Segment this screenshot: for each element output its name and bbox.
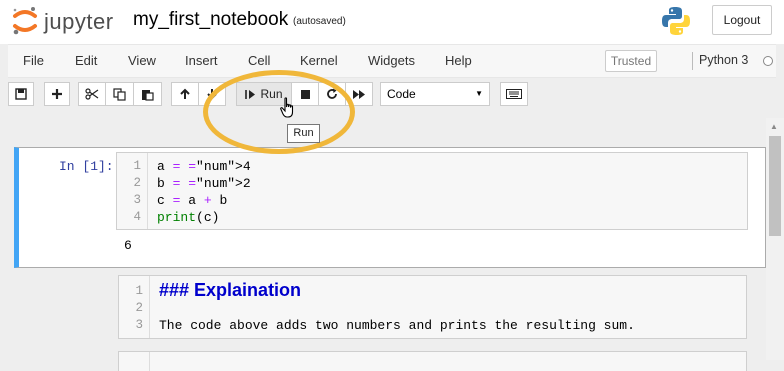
cursor-hand-icon [280, 97, 294, 118]
scroll-up-icon[interactable]: ▲ [770, 122, 778, 131]
insert-cell-button[interactable] [44, 82, 70, 106]
kernel-divider [692, 52, 693, 70]
plus-icon [52, 89, 62, 99]
jupyter-logo[interactable]: jupyter [10, 4, 128, 38]
menu-widgets[interactable]: Widgets [368, 45, 415, 77]
code-cell-selected[interactable]: In [1]: 1 2 3 4 a = ="num">4 b = ="num">… [14, 147, 766, 268]
line-number-gutter [119, 352, 150, 371]
notebook-container: In [1]: 1 2 3 4 a = ="num">4 b = ="num">… [0, 118, 766, 371]
menu-view[interactable]: View [128, 45, 156, 77]
line-number: 4 [133, 210, 141, 224]
line-number: 3 [135, 318, 143, 332]
vertical-scrollbar[interactable]: ▲ [766, 118, 784, 360]
line-number: 1 [133, 159, 141, 173]
run-tooltip: Run [287, 124, 320, 143]
copy-icon [113, 87, 126, 101]
code-line: c = a + b [157, 193, 228, 208]
fast-forward-icon [353, 89, 365, 99]
logout-button[interactable]: Logout [712, 5, 772, 35]
python-logo [662, 7, 690, 35]
code-line: print(c) [157, 210, 220, 225]
toolbar: Run Code ▼ [8, 78, 776, 112]
notebook-name[interactable]: my_first_notebook [133, 9, 288, 31]
line-number-gutter: 1 2 3 [119, 276, 150, 338]
arrow-up-icon [180, 88, 190, 99]
input-prompt: In [1]: [59, 159, 114, 174]
line-number: 2 [133, 176, 141, 190]
next-cell[interactable] [118, 351, 747, 371]
move-up-button[interactable] [171, 82, 199, 106]
menu-bar: File Edit View Insert Cell Kernel Widget… [8, 44, 776, 78]
markdown-cell[interactable]: 1 2 3 ### Explaination The code above ad… [118, 275, 747, 339]
menu-help[interactable]: Help [445, 45, 472, 77]
highlight-ring [203, 70, 355, 154]
menu-edit[interactable]: Edit [75, 45, 97, 77]
line-number: 2 [135, 301, 143, 315]
command-palette-button[interactable] [500, 82, 528, 106]
cut-icon [85, 88, 99, 100]
code-line: a = ="num">4 [157, 159, 251, 174]
cell-type-value: Code [387, 87, 416, 101]
jupyter-wordmark: jupyter [44, 9, 114, 34]
chevron-down-icon: ▼ [475, 89, 483, 98]
kernel-name: Python 3 [699, 53, 749, 67]
code-line: b = ="num">2 [157, 176, 251, 191]
line-number: 3 [133, 193, 141, 207]
save-icon [15, 88, 27, 100]
save-status: (autosaved) [293, 16, 346, 27]
code-editor[interactable]: 1 2 3 4 a = ="num">4 b = ="num">2 c = a … [116, 152, 748, 230]
line-number-gutter: 1 2 3 4 [117, 153, 148, 229]
scrollbar-thumb[interactable] [769, 136, 781, 236]
cell-type-select[interactable]: Code ▼ [380, 82, 490, 106]
jupyter-logo-icon [13, 7, 37, 35]
kernel-idle-icon [763, 56, 773, 66]
menu-insert[interactable]: Insert [185, 45, 218, 77]
markdown-text: The code above adds two numbers and prin… [159, 318, 635, 333]
save-button[interactable] [8, 82, 34, 106]
trusted-indicator[interactable]: Trusted [605, 50, 657, 72]
markdown-heading: ### Explaination [159, 280, 302, 300]
cut-button[interactable] [78, 82, 106, 106]
paste-button[interactable] [133, 82, 162, 106]
header: jupyter my_first_notebook (autosaved) Lo… [0, 0, 784, 44]
cell-output: 6 [124, 238, 132, 253]
menu-file[interactable]: File [23, 45, 44, 77]
keyboard-icon [506, 89, 522, 99]
copy-button[interactable] [105, 82, 134, 106]
paste-icon [142, 89, 154, 101]
line-number: 1 [135, 284, 143, 298]
